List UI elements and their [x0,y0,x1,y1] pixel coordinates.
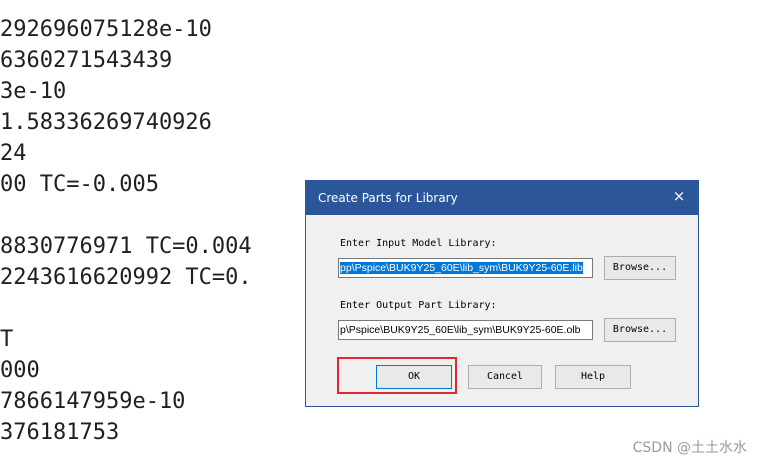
close-icon[interactable]: × [668,185,690,207]
watermark: CSDN @土土水水 [632,440,747,456]
output-library-value: p\Pspice\BUK9Y25_60E\lib_sym\BUK9Y25-60E… [340,324,581,336]
bg-line: 1.58336269740926 [0,110,212,135]
dialog-titlebar[interactable]: Create Parts for Library × [306,181,698,215]
output-library-field[interactable]: p\Pspice\BUK9Y25_60E\lib_sym\BUK9Y25-60E… [338,320,593,340]
input-library-value: pp\Pspice\BUK9Y25_60E\lib_sym\BUK9Y25-60… [340,262,583,274]
input-library-field[interactable]: pp\Pspice\BUK9Y25_60E\lib_sym\BUK9Y25-60… [338,258,593,278]
create-parts-dialog: Create Parts for Library × Enter Input M… [305,180,699,407]
ok-button[interactable]: OK [376,365,452,389]
bg-line: 292696075128e-10 [0,17,212,42]
bg-line: 6360271543439 [0,48,173,73]
bg-line: 24 [0,141,27,166]
browse-input-button[interactable]: Browse... [604,256,676,280]
bg-line: 376181753 [0,420,120,445]
bg-line: 3e-10 [0,79,67,104]
browse-output-button[interactable]: Browse... [604,318,676,342]
dialog-title: Create Parts for Library [318,191,458,205]
help-button[interactable]: Help [555,365,631,389]
cancel-button[interactable]: Cancel [468,365,542,389]
input-library-label: Enter Input Model Library: [340,238,497,249]
output-library-label: Enter Output Part Library: [340,300,497,311]
